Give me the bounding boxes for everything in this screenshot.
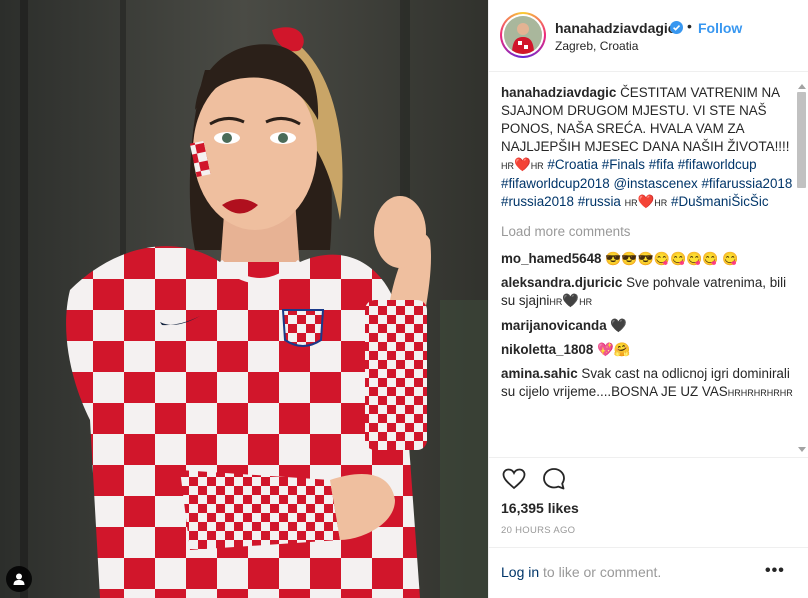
post-username[interactable]: hanahadziavdagic [555,20,676,36]
caption: hanahadziavdagic ČESTITAM VATRENIM NA SJ… [501,84,793,212]
scroll-up-arrow-icon[interactable] [798,84,806,89]
comment-username[interactable]: amina.sahic [501,366,578,381]
flag-label: HR [579,297,593,307]
scroll-down-arrow-icon[interactable] [798,447,806,452]
comment-username[interactable]: marijanovicanda [501,318,607,333]
avatar-image [504,16,542,54]
heart-emoji: ❤️ [514,157,531,172]
scrollbar-thumb[interactable] [797,92,806,188]
hashtag-link[interactable]: #DušmaniŠicŠic [671,194,769,209]
black-heart-emoji: 🖤 [562,293,580,308]
hashtag-link[interactable]: #russia2018 [501,194,574,209]
photo-illustration [0,0,488,598]
post-header: hanahadziavdagic • Follow Zagreb, Croati… [489,0,808,72]
person-tag-icon [13,573,25,585]
comment-text: 🖤 [610,318,628,333]
login-prompt: Log in to like or comment. [501,564,661,580]
heart-emoji: ❤️ [637,194,655,209]
comments-scrollbar[interactable] [795,84,807,454]
separator-dot: • [687,18,692,34]
login-link[interactable]: Log in [501,564,539,580]
caption-username[interactable]: hanahadziavdagic [501,85,616,100]
heart-icon[interactable] [501,466,527,492]
hashtag-link[interactable]: #fifarussia2018 [701,176,792,191]
comment-item: nikoletta_1808 💖🤗 [501,341,793,359]
hashtag-link[interactable]: #fifa [649,157,674,172]
comment-text: 😎😎😎😋😋😋😋 😋 [605,251,739,266]
person-tag-button[interactable] [6,566,32,592]
comment-username[interactable]: nikoletta_1808 [501,342,593,357]
more-options-icon[interactable]: ••• [765,562,785,580]
comment-text: 💖🤗 [597,342,631,357]
login-prompt-text: to like or comment. [539,564,662,580]
flag-label: HR [530,161,544,171]
post-footer: Log in to like or comment. ••• [489,547,808,598]
comments-list[interactable]: hanahadziavdagic ČESTITAM VATRENIM NA SJ… [501,84,793,454]
flag-label: HR [654,198,668,208]
post-actions: 16,395 likes 20 HOURS AGO [489,457,808,547]
post-photo[interactable] [0,0,488,598]
verified-badge-icon [670,21,683,34]
comment-username[interactable]: mo_hamed5648 [501,251,601,266]
flag-label: HR [624,198,638,208]
comment-item: aleksandra.djuricic Sve pohvale vatrenim… [501,274,793,311]
hashtag-link[interactable]: #russia [578,194,621,209]
flag-labels: HRHRHRHRHR [727,388,793,398]
comment-bubble-icon[interactable] [541,466,567,492]
load-more-comments-button[interactable]: Load more comments [501,223,793,241]
post-side-panel: hanahadziavdagic • Follow Zagreb, Croati… [488,0,808,598]
hashtag-link[interactable]: #fifaworldcup [678,157,757,172]
like-count[interactable]: 16,395 likes [501,500,579,516]
hashtag-link[interactable]: #fifaworldcup2018 [501,176,610,191]
flag-label: HR [549,297,563,307]
comment-username[interactable]: aleksandra.djuricic [501,275,622,290]
post-timestamp[interactable]: 20 HOURS AGO [501,525,575,536]
mention-link[interactable]: @instascenex [613,176,697,191]
avatar[interactable] [500,12,546,58]
comment-item: amina.sahic Svak cast na odlicnoj igri d… [501,365,793,402]
hashtag-link[interactable]: #Croatia [547,157,598,172]
comment-item: marijanovicanda 🖤 [501,317,793,335]
hashtag-link[interactable]: #Finals [602,157,645,172]
flag-label: HR [501,161,514,171]
post-location[interactable]: Zagreb, Croatia [555,39,638,53]
comment-item: mo_hamed5648 😎😎😎😋😋😋😋 😋 [501,250,793,268]
follow-button[interactable]: Follow [698,20,742,36]
